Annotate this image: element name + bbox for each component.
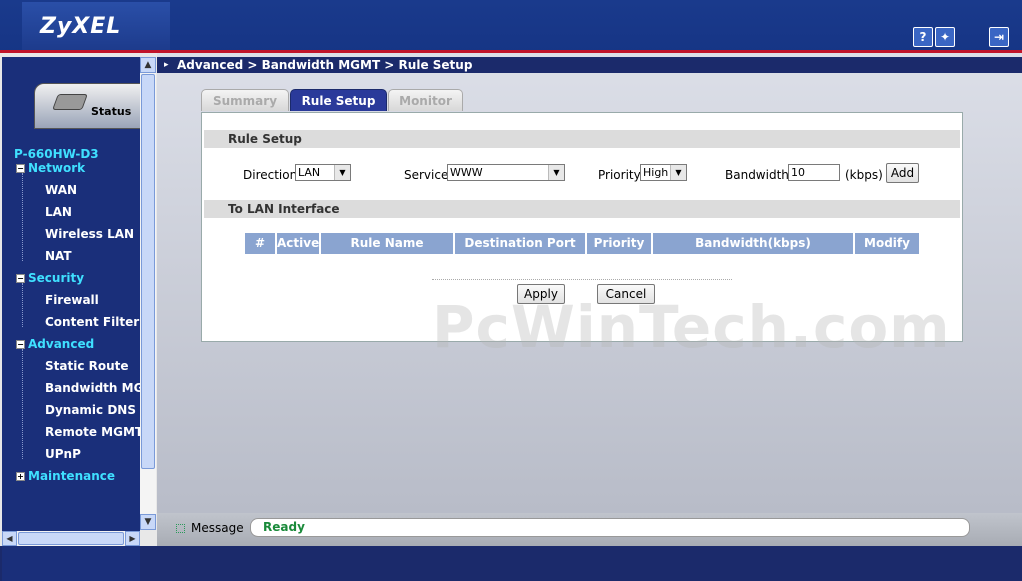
rule-setup-heading: Rule Setup xyxy=(204,130,960,148)
router-icon xyxy=(52,94,88,110)
tab-summary[interactable]: Summary xyxy=(201,89,289,111)
collapse-icon[interactable]: − xyxy=(16,340,25,349)
table-divider xyxy=(432,279,732,280)
scroll-thumb[interactable] xyxy=(141,74,155,469)
sidebar: Status P-660HW-D3 − Network WAN LAN Wirel… xyxy=(0,53,157,581)
sidebar-item-remote-mgmt[interactable]: Remote MGMT xyxy=(45,425,143,439)
tab-monitor[interactable]: Monitor xyxy=(388,89,463,111)
sidebar-item-maintenance[interactable]: + Maintenance xyxy=(16,469,115,483)
chevron-down-icon[interactable]: ▼ xyxy=(548,165,564,180)
sidebar-item-wireless-lan[interactable]: Wireless LAN xyxy=(45,227,134,241)
column-header: Destination Port xyxy=(453,233,585,254)
tree-line xyxy=(22,349,23,459)
status-tab-label: Status xyxy=(91,105,132,118)
lan-interface-heading: To LAN Interface xyxy=(204,200,960,218)
watermark: PcWinTech.com xyxy=(432,293,951,361)
scroll-up-icon[interactable]: ▲ xyxy=(140,57,156,73)
sidebar-item-static-route[interactable]: Static Route xyxy=(45,359,129,373)
scroll-right-icon[interactable]: ▶ xyxy=(125,531,140,546)
direction-label: Direction xyxy=(243,168,298,182)
sidebar-item-firewall[interactable]: Firewall xyxy=(45,293,99,307)
device-model: P-660HW-D3 xyxy=(14,147,99,161)
top-banner: ZyXEL ? ✦ ⇥ xyxy=(0,0,1022,52)
column-header: Bandwidth(kbps) xyxy=(651,233,853,254)
expand-icon[interactable]: + xyxy=(16,472,25,481)
chevron-down-icon[interactable]: ▼ xyxy=(670,165,686,180)
collapse-icon[interactable]: − xyxy=(16,164,25,173)
add-button[interactable]: Add xyxy=(886,163,919,183)
tree-line xyxy=(22,173,23,261)
tab-rule-setup[interactable]: Rule Setup xyxy=(290,89,387,111)
sidebar-item-security[interactable]: − Security xyxy=(16,271,84,285)
sidebar-item-bandwidth-mgmt[interactable]: Bandwidth MGMT xyxy=(45,381,140,395)
sidebar-item-content-filter[interactable]: Content Filter xyxy=(45,315,139,329)
message-icon xyxy=(176,524,185,533)
bandwidth-unit: (kbps) xyxy=(845,168,883,182)
rules-table-header: # Active Rule Name Destination Port Prio… xyxy=(245,233,919,254)
zyxel-logo: ZyXEL xyxy=(22,2,170,50)
sidebar-horizontal-scrollbar[interactable]: ◀ ▶ xyxy=(2,531,140,546)
sidebar-item-advanced[interactable]: − Advanced xyxy=(16,337,94,351)
main-content: ▸ Advanced > Bandwidth MGMT > Rule Setup… xyxy=(157,53,1022,513)
sidebar-item-wan[interactable]: WAN xyxy=(45,183,77,197)
scroll-thumb[interactable] xyxy=(18,532,124,545)
sidebar-item-network[interactable]: − Network xyxy=(16,161,85,175)
breadcrumb-arrow-icon: ▸ xyxy=(164,60,169,70)
logout-icon[interactable]: ⇥ xyxy=(989,27,1009,47)
direction-select[interactable]: LAN ▼ xyxy=(295,164,351,181)
apply-button[interactable]: Apply xyxy=(517,284,565,304)
sidebar-panel: Status P-660HW-D3 − Network WAN LAN Wirel… xyxy=(2,57,143,581)
sidebar-vertical-scrollbar[interactable]: ▲ ▼ xyxy=(140,57,156,530)
cancel-button[interactable]: Cancel xyxy=(597,284,655,304)
scroll-left-icon[interactable]: ◀ xyxy=(2,531,17,546)
column-header: # xyxy=(245,233,275,254)
sidebar-item-lan[interactable]: LAN xyxy=(45,205,72,219)
column-header: Priority xyxy=(585,233,651,254)
sidebar-item-dynamic-dns[interactable]: Dynamic DNS xyxy=(45,403,136,417)
column-header: Rule Name xyxy=(319,233,453,254)
service-select[interactable]: WWW ▼ xyxy=(447,164,565,181)
message-value: Ready xyxy=(250,518,970,537)
scroll-down-icon[interactable]: ▼ xyxy=(140,514,156,530)
status-tab[interactable]: Status xyxy=(34,83,142,129)
service-label: Service xyxy=(404,168,449,182)
column-header: Modify xyxy=(853,233,919,254)
sidebar-item-nat[interactable]: NAT xyxy=(45,249,72,263)
priority-label: Priority xyxy=(598,168,641,182)
column-header: Active xyxy=(275,233,319,254)
breadcrumb: ▸ Advanced > Bandwidth MGMT > Rule Setup xyxy=(157,57,1022,73)
rule-setup-panel: Rule Setup Direction LAN ▼ Service WWW ▼ P… xyxy=(201,112,963,361)
sidebar-item-upnp[interactable]: UPnP xyxy=(45,447,81,461)
collapse-icon[interactable]: − xyxy=(16,274,25,283)
message-label: Message xyxy=(191,521,244,535)
bandwidth-label: Bandwidth xyxy=(725,168,789,182)
status-bar: Message Ready xyxy=(157,513,1022,546)
tree-line xyxy=(22,283,23,327)
priority-select[interactable]: High ▼ xyxy=(640,164,687,181)
bandwidth-input[interactable]: 10 xyxy=(788,164,840,181)
chevron-down-icon[interactable]: ▼ xyxy=(334,165,350,180)
help-icon[interactable]: ? xyxy=(913,27,933,47)
wizard-icon[interactable]: ✦ xyxy=(935,27,955,47)
